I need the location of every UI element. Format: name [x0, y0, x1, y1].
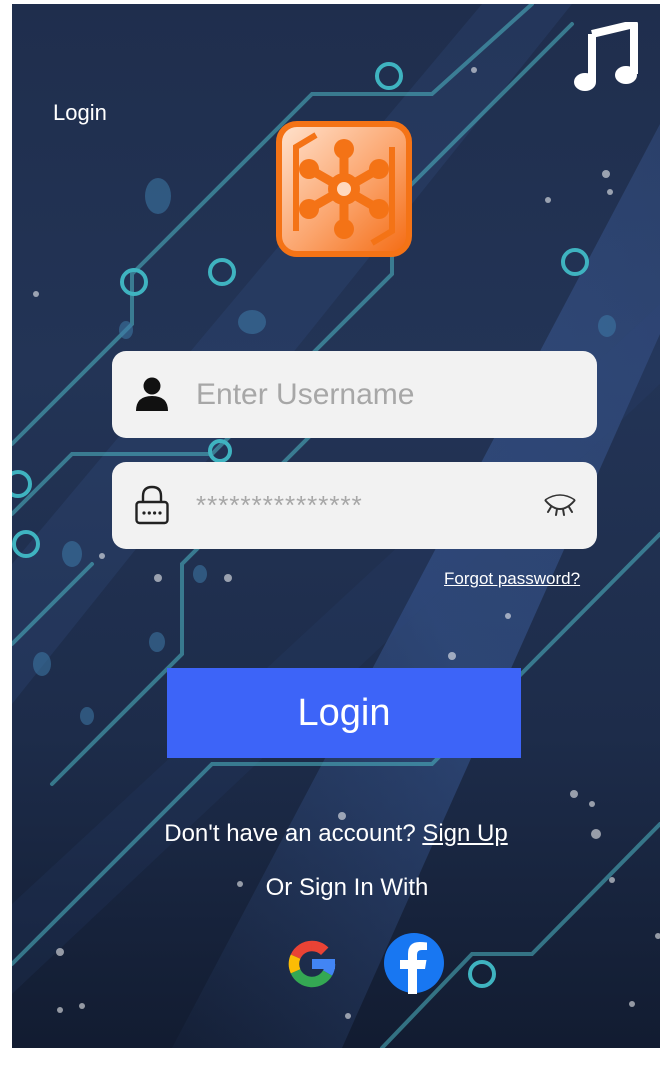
- eye-closed-icon[interactable]: [542, 492, 578, 520]
- network-hub-logo: [276, 121, 412, 257]
- facebook-icon[interactable]: [383, 932, 445, 994]
- signup-prompt-text: Don't have an account?: [164, 820, 423, 847]
- music-note-icon[interactable]: [574, 22, 640, 92]
- forgot-password-link[interactable]: Forgot password?: [444, 569, 580, 589]
- username-field[interactable]: [112, 351, 597, 438]
- login-window: Login Enter Username Forgot password? Lo…: [12, 4, 660, 1048]
- login-button[interactable]: Login: [167, 668, 521, 758]
- google-icon[interactable]: [280, 932, 344, 996]
- sign-up-link[interactable]: Sign Up: [422, 820, 507, 847]
- password-input[interactable]: [196, 462, 526, 549]
- signup-prompt-row: Don't have an account? Sign Up: [12, 820, 660, 848]
- username-input[interactable]: [196, 351, 586, 438]
- or-sign-in-with-text: Or Sign In With: [265, 874, 429, 901]
- user-icon: [136, 377, 168, 411]
- window-title: Login: [53, 100, 107, 125]
- password-field[interactable]: [112, 462, 597, 549]
- lock-icon: [135, 485, 169, 525]
